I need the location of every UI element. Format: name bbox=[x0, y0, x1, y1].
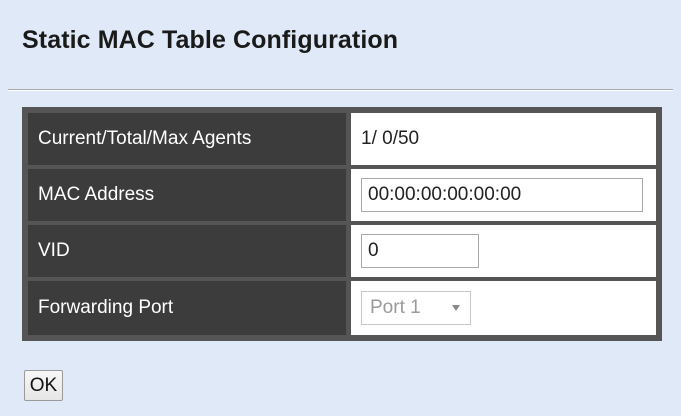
agents-label: Current/Total/Max Agents bbox=[28, 113, 346, 165]
ok-button[interactable]: OK bbox=[24, 370, 63, 401]
agents-value-cell: 1/ 0/50 bbox=[351, 113, 656, 165]
page-title: Static MAC Table Configuration bbox=[22, 26, 399, 54]
forwarding-port-select[interactable]: Port 1 bbox=[361, 291, 471, 325]
forwarding-port-label: Forwarding Port bbox=[28, 281, 346, 335]
chevron-down-icon bbox=[452, 305, 460, 311]
forwarding-port-selected: Port 1 bbox=[370, 297, 421, 318]
vid-cell: 0 bbox=[351, 225, 656, 277]
vid-label: VID bbox=[28, 225, 346, 277]
vid-input[interactable]: 0 bbox=[361, 234, 479, 268]
table-row-mac-address: MAC Address 00:00:00:00:00:00 bbox=[25, 169, 659, 221]
forwarding-port-cell: Port 1 bbox=[351, 281, 656, 335]
table-row-vid: VID 0 bbox=[25, 225, 659, 277]
mac-address-cell: 00:00:00:00:00:00 bbox=[351, 169, 656, 221]
mac-address-label: MAC Address bbox=[28, 169, 346, 221]
mac-address-input[interactable]: 00:00:00:00:00:00 bbox=[361, 178, 643, 212]
table-row-forwarding-port: Forwarding Port Port 1 bbox=[25, 281, 659, 335]
title-divider bbox=[8, 89, 673, 91]
static-mac-config-table: Current/Total/Max Agents 1/ 0/50 MAC Add… bbox=[22, 107, 662, 341]
agents-value: 1/ 0/50 bbox=[361, 128, 420, 149]
table-row-agents: Current/Total/Max Agents 1/ 0/50 bbox=[25, 113, 659, 165]
